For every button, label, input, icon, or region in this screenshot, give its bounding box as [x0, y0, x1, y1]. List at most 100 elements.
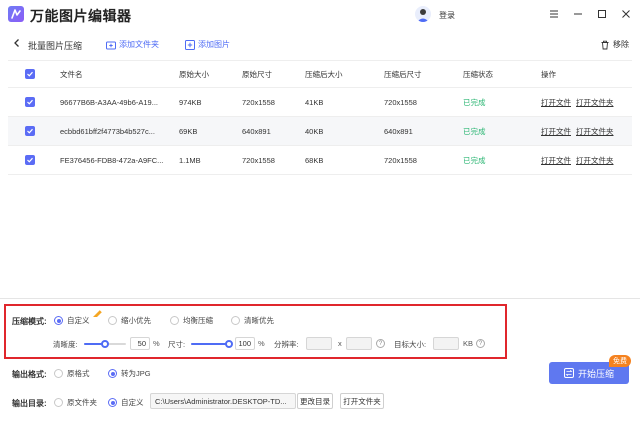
resolution-help-icon[interactable]: ?	[376, 339, 385, 348]
resolution-height-input[interactable]	[346, 337, 372, 350]
free-badge: 免费	[609, 355, 631, 367]
header-status: 压缩状态	[463, 69, 493, 79]
table-row[interactable]: ecbbd61bff2f4773b4b527c... 69KB 640x891 …	[8, 117, 632, 146]
menu-icon[interactable]	[548, 8, 560, 20]
output-dir-label: 输出目录:	[12, 399, 47, 408]
mode-smaller-radio[interactable]: 缩小优先	[108, 315, 151, 326]
filename: ecbbd61bff2f4773b4b527c...	[60, 126, 155, 136]
open-file-link[interactable]: 打开文件	[541, 97, 571, 108]
new-size: 68KB	[305, 155, 324, 165]
toolbar: 批量图片压缩 添加文件夹 添加图片 移除	[0, 34, 640, 56]
mode-clarity-radio[interactable]: 清晰优先	[231, 315, 274, 326]
mode-smaller-label: 缩小优先	[121, 316, 151, 325]
title-bar: 万能图片编辑器 登录	[0, 0, 640, 30]
output-format-label: 输出格式:	[12, 370, 47, 379]
swap-icon	[563, 368, 574, 378]
file-table: 文件名 原始大小 原始尺寸 压缩后大小 压缩后尺寸 压缩状态 操作 96677B…	[8, 60, 632, 175]
header-new-dim: 压缩后尺寸	[384, 69, 422, 79]
add-image-label: 添加图片	[198, 40, 230, 49]
orig-size: 974KB	[179, 97, 202, 107]
status-badge: 已完成	[463, 155, 486, 165]
mode-balanced-radio[interactable]: 均衡压缩	[170, 315, 213, 326]
open-file-link[interactable]: 打开文件	[541, 155, 571, 166]
header-orig-size: 原始大小	[179, 69, 209, 79]
table-header: 文件名 原始大小 原始尺寸 压缩后大小 压缩后尺寸 压缩状态 操作	[8, 60, 632, 88]
close-icon[interactable]	[620, 8, 632, 20]
edit-pencil-icon	[92, 308, 104, 318]
remove-label: 移除	[613, 40, 629, 49]
orig-dim: 720x1558	[242, 97, 275, 107]
settings-panel: 压缩模式: 自定义 缩小优先 均衡压缩 清晰优先 清晰度: 50 % 尺寸: 1…	[0, 298, 640, 427]
new-dim: 640x891	[384, 126, 413, 136]
dir-custom-radio[interactable]: 自定义	[108, 397, 144, 408]
select-all-checkbox[interactable]	[25, 61, 35, 87]
clarity-slider-knob[interactable]	[101, 340, 109, 348]
table-row[interactable]: 96677B6B-A3AA-49b6-A19... 974KB 720x1558…	[8, 88, 632, 117]
row-checkbox[interactable]	[25, 146, 35, 174]
open-folder-link[interactable]: 打开文件夹	[576, 97, 614, 108]
open-folder-link[interactable]: 打开文件夹	[576, 155, 614, 166]
change-dir-button[interactable]: 更改目录	[297, 393, 333, 409]
remove-button[interactable]: 移除	[600, 39, 629, 50]
format-jpg-radio[interactable]: 转为JPG	[108, 368, 151, 379]
new-dim: 720x1558	[384, 97, 417, 107]
add-image-button[interactable]: 添加图片	[185, 39, 230, 50]
mode-clarity-label: 清晰优先	[244, 316, 274, 325]
header-new-size: 压缩后大小	[305, 69, 343, 79]
header-actions: 操作	[541, 69, 556, 79]
add-folder-button[interactable]: 添加文件夹	[106, 39, 159, 50]
target-size-label: 目标大小:	[394, 340, 427, 349]
row-checkbox[interactable]	[25, 88, 35, 116]
status-badge: 已完成	[463, 126, 486, 136]
resolution-label: 分辨率:	[274, 340, 299, 349]
clarity-input[interactable]: 50	[130, 337, 150, 350]
row-checkbox[interactable]	[25, 117, 35, 145]
format-jpg-label: 转为JPG	[121, 369, 151, 378]
size-label: 尺寸:	[168, 340, 186, 349]
orig-size: 1.1MB	[179, 155, 201, 165]
mode-balanced-label: 均衡压缩	[183, 316, 213, 325]
new-size: 41KB	[305, 97, 324, 107]
size-input[interactable]: 100	[235, 337, 255, 350]
maximize-icon[interactable]	[596, 8, 608, 20]
size-unit: %	[258, 339, 265, 348]
app-logo-icon	[8, 6, 24, 22]
highlight-box	[4, 304, 507, 359]
add-image-icon	[185, 39, 195, 50]
dir-original-radio[interactable]: 原文件夹	[54, 397, 97, 408]
filename: 96677B6B-A3AA-49b6-A19...	[60, 97, 158, 107]
open-folder-button[interactable]: 打开文件夹	[340, 393, 384, 409]
format-original-label: 原格式	[67, 369, 90, 378]
add-folder-label: 添加文件夹	[119, 40, 159, 49]
add-folder-icon	[106, 41, 116, 49]
size-slider-knob[interactable]	[225, 340, 233, 348]
size-slider[interactable]	[191, 340, 233, 348]
orig-size: 69KB	[179, 126, 198, 136]
user-avatar-icon[interactable]	[415, 6, 431, 22]
orig-dim: 720x1558	[242, 155, 275, 165]
target-size-input[interactable]	[433, 337, 459, 350]
clarity-label: 清晰度:	[53, 340, 78, 349]
target-size-help-icon[interactable]: ?	[476, 339, 485, 348]
open-folder-link[interactable]: 打开文件夹	[576, 126, 614, 137]
start-compress-label: 开始压缩	[577, 368, 614, 379]
login-link[interactable]: 登录	[439, 10, 455, 21]
dir-custom-label: 自定义	[121, 398, 144, 407]
orig-dim: 640x891	[242, 126, 271, 136]
format-original-radio[interactable]: 原格式	[54, 368, 90, 379]
page-title: 批量图片压缩	[28, 41, 83, 51]
clarity-slider[interactable]	[84, 340, 126, 348]
status-badge: 已完成	[463, 97, 486, 107]
clarity-unit: %	[153, 339, 160, 348]
target-size-unit: KB	[463, 339, 474, 348]
open-file-link[interactable]: 打开文件	[541, 126, 571, 137]
table-row[interactable]: FE376456-FDB8-472a-A9FC... 1.1MB 720x155…	[8, 146, 632, 175]
output-path-field[interactable]: C:\Users\Administrator.DESKTOP-TD...	[150, 393, 296, 409]
resolution-width-input[interactable]	[306, 337, 332, 350]
dir-original-label: 原文件夹	[67, 398, 97, 407]
minimize-icon[interactable]	[572, 8, 584, 20]
header-filename: 文件名	[60, 69, 83, 79]
mode-custom-radio[interactable]: 自定义	[54, 315, 90, 326]
back-arrow-icon[interactable]	[12, 38, 22, 48]
radio-dot	[54, 316, 63, 325]
